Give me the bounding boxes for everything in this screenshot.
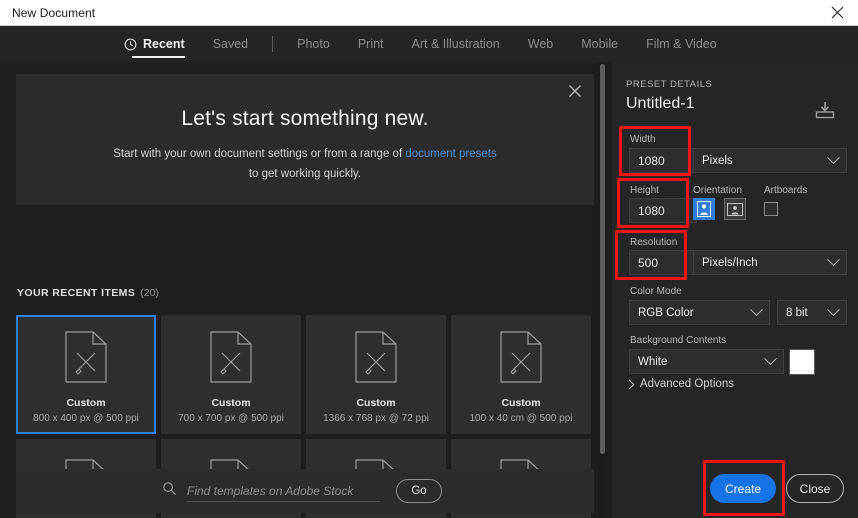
- recent-item-card[interactable]: Custom 1366 x 768 px @ 72 ppi: [306, 315, 446, 434]
- tab-label-art-illustration: Art & Illustration: [411, 37, 500, 51]
- tab-label-print: Print: [357, 37, 384, 51]
- advanced-options-toggle[interactable]: Advanced Options: [624, 378, 734, 390]
- height-label: Height: [630, 185, 659, 196]
- height-input[interactable]: 1080: [629, 198, 697, 223]
- chevron-down-icon: [827, 253, 840, 267]
- document-name-field[interactable]: Untitled-1: [626, 95, 694, 113]
- search-input[interactable]: [187, 480, 380, 502]
- chevron-down-icon: [827, 303, 840, 317]
- tab-label-mobile: Mobile: [581, 37, 619, 51]
- banner-heading: Let's start something new.: [181, 107, 429, 130]
- tab-art-illustration[interactable]: Art & Illustration: [398, 26, 514, 62]
- chevron-down-icon: [750, 303, 763, 317]
- width-label: Width: [630, 134, 656, 145]
- portrait-icon: [697, 201, 711, 217]
- recent-item-card[interactable]: Custom 100 x 40 cm @ 500 ppi: [451, 315, 591, 434]
- tab-web[interactable]: Web: [514, 26, 567, 62]
- welcome-banner: Let's start something new. Start with yo…: [16, 74, 594, 205]
- tab-mobile[interactable]: Mobile: [567, 26, 632, 62]
- save-preset-icon[interactable]: [814, 100, 836, 125]
- tab-bar: Recent Saved Photo Print Art & Illustrat…: [0, 26, 858, 62]
- tab-film-video[interactable]: Film & Video: [632, 26, 731, 62]
- tab-list: Recent Saved Photo Print Art & Illustrat…: [110, 26, 731, 62]
- resolution-units-select[interactable]: Pixels/Inch: [693, 250, 847, 275]
- chevron-down-icon: [764, 352, 777, 366]
- close-icon: [831, 6, 843, 19]
- window-titlebar: New Document: [0, 0, 858, 26]
- orientation-landscape-button[interactable]: [724, 198, 746, 220]
- recent-item-title: Custom: [211, 397, 251, 409]
- tab-print[interactable]: Print: [344, 26, 398, 62]
- color-mode-label: Color Mode: [630, 286, 682, 297]
- recent-item-meta: 700 x 700 px @ 500 ppi: [178, 413, 284, 424]
- resolution-units-value: Pixels/Inch: [702, 256, 758, 269]
- background-contents-value: White: [638, 355, 668, 368]
- tab-label-recent: Recent: [143, 37, 185, 51]
- tab-recent[interactable]: Recent: [110, 26, 199, 62]
- bit-depth-select[interactable]: 8 bit: [777, 300, 847, 325]
- tab-label-film-video: Film & Video: [646, 37, 717, 51]
- close-icon: [569, 85, 581, 97]
- clock-icon: [124, 38, 137, 51]
- chevron-right-icon: [624, 379, 635, 389]
- preset-details-panel: PRESET DETAILS Untitled-1 Width 1080 Pix…: [612, 62, 858, 518]
- recent-item-card[interactable]: Custom 700 x 700 px @ 500 ppi: [161, 315, 301, 434]
- tab-label-photo: Photo: [297, 37, 330, 51]
- create-button[interactable]: Create: [710, 474, 776, 503]
- document-icon: [355, 331, 397, 388]
- banner-subtext: Start with your own document settings or…: [16, 144, 594, 184]
- background-color-swatch[interactable]: [789, 349, 815, 375]
- recent-item-title: Custom: [66, 397, 106, 409]
- recent-items-count: (20): [140, 287, 159, 299]
- tab-separator: [272, 36, 274, 52]
- recent-item-card[interactable]: Custom 800 x 400 px @ 500 ppi: [16, 315, 156, 434]
- resolution-label: Resolution: [630, 237, 678, 248]
- main-scrollbar-thumb[interactable]: [600, 64, 605, 454]
- banner-close-button[interactable]: [566, 82, 584, 100]
- width-units-select[interactable]: Pixels: [693, 148, 847, 173]
- advanced-options-label: Advanced Options: [640, 378, 734, 390]
- recent-items-title: YOUR RECENT ITEMS: [17, 287, 136, 299]
- banner-subtext-line1: Start with your own document settings or…: [113, 148, 406, 160]
- color-mode-select[interactable]: RGB Color: [629, 300, 770, 325]
- recent-item-meta: 800 x 400 px @ 500 ppi: [33, 413, 139, 424]
- artboards-label: Artboards: [764, 185, 808, 196]
- background-contents-label: Background Contents: [630, 335, 727, 346]
- recent-items-header: YOUR RECENT ITEMS (20): [17, 287, 159, 299]
- document-icon: [500, 331, 542, 388]
- tab-active-underline: [132, 56, 185, 58]
- chevron-down-icon: [827, 151, 840, 165]
- document-presets-link[interactable]: document presets: [405, 148, 496, 160]
- tab-photo[interactable]: Photo: [283, 26, 344, 62]
- artboards-checkbox[interactable]: [764, 202, 778, 216]
- close-button[interactable]: Close: [786, 474, 844, 503]
- new-document-dialog: New Document Recent Saved Photo Print Ar…: [0, 0, 858, 518]
- color-mode-value: RGB Color: [638, 306, 694, 319]
- background-contents-select[interactable]: White: [629, 349, 784, 374]
- recent-item-meta: 1366 x 768 px @ 72 ppi: [323, 413, 429, 424]
- document-icon: [65, 331, 107, 388]
- main-content-area: Let's start something new. Start with yo…: [0, 62, 608, 518]
- width-units-value: Pixels: [702, 154, 733, 167]
- document-icon: [210, 331, 252, 388]
- search-go-button[interactable]: Go: [396, 479, 442, 503]
- window-close-button[interactable]: [816, 0, 858, 26]
- search-icon: [162, 481, 177, 501]
- recent-item-title: Custom: [501, 397, 541, 409]
- resolution-input[interactable]: 500: [629, 250, 697, 275]
- preset-details-label: PRESET DETAILS: [626, 79, 713, 90]
- orientation-portrait-button[interactable]: [693, 198, 715, 220]
- landscape-icon: [727, 202, 743, 216]
- orientation-label: Orientation: [693, 185, 742, 196]
- stock-search-bar: Go: [16, 469, 594, 513]
- banner-subtext-line2: to get working quickly.: [248, 168, 362, 180]
- bit-depth-value: 8 bit: [786, 306, 808, 319]
- tab-saved[interactable]: Saved: [199, 26, 262, 62]
- recent-item-title: Custom: [356, 397, 396, 409]
- width-input[interactable]: 1080: [629, 148, 697, 173]
- tab-label-saved: Saved: [212, 37, 249, 51]
- window-title: New Document: [12, 5, 96, 20]
- tab-label-web: Web: [527, 37, 554, 51]
- recent-item-meta: 100 x 40 cm @ 500 ppi: [469, 413, 573, 424]
